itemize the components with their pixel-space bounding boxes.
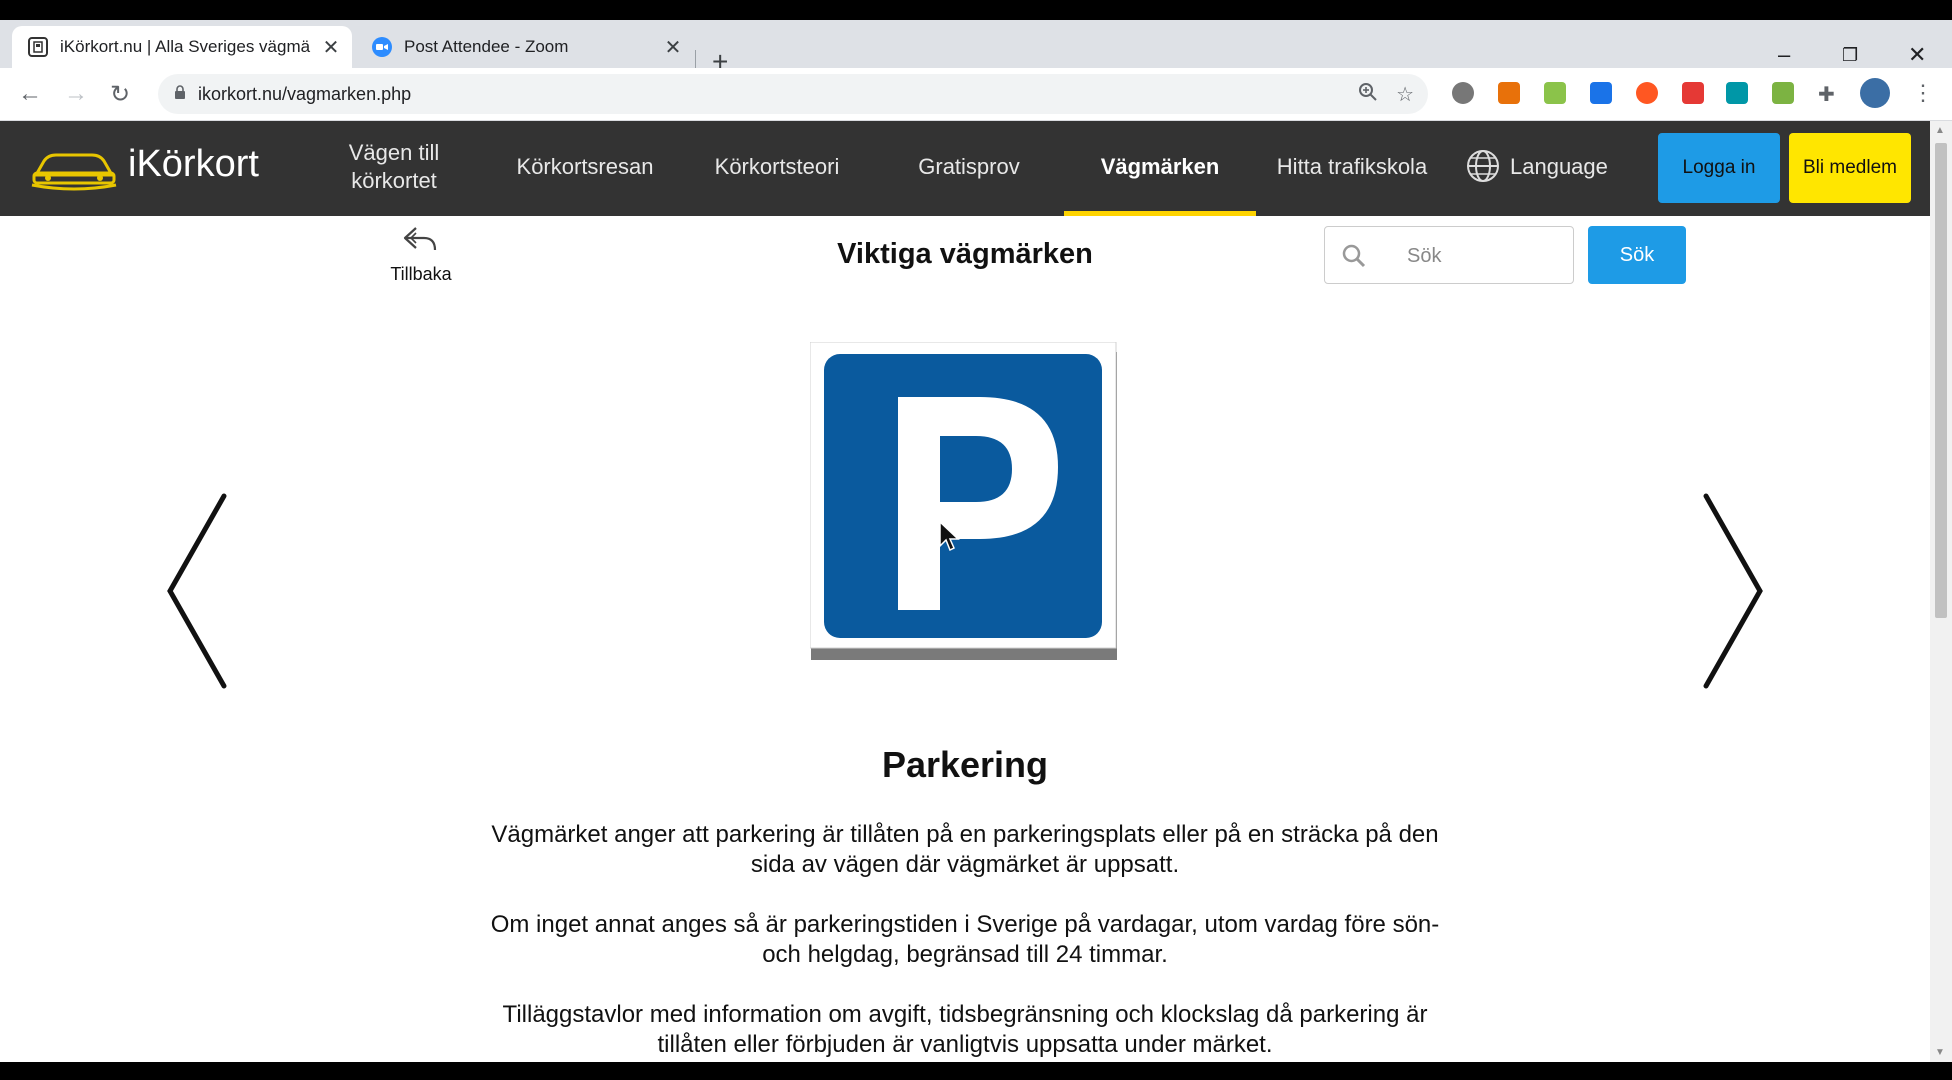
become-member-button[interactable]: Bli medlem bbox=[1789, 133, 1911, 203]
tab-ikorkort[interactable]: iKörkort.nu | Alla Sveriges vägmä ✕ bbox=[12, 26, 352, 68]
search-icon bbox=[1342, 244, 1366, 268]
page-title: Viktiga vägmärken bbox=[837, 238, 1093, 270]
sign-description-paragraph: Vägmärket anger att parkering är tillåte… bbox=[491, 821, 1439, 878]
profile-avatar[interactable] bbox=[1860, 78, 1890, 108]
site-logo-text[interactable]: iKörkort bbox=[128, 143, 259, 186]
chevron-left-icon[interactable] bbox=[164, 492, 234, 690]
nav-gratisprov[interactable]: Gratisprov bbox=[894, 153, 1044, 181]
nav-korkortsresan[interactable]: Körkortsresan bbox=[504, 153, 666, 181]
bookmark-star-icon[interactable]: ☆ bbox=[1396, 82, 1414, 108]
extension-pc-icon[interactable] bbox=[1726, 82, 1748, 104]
extension-search-icon[interactable] bbox=[1590, 82, 1612, 104]
address-bar[interactable]: ikorkort.nu/vagmarken.php ☆ bbox=[158, 74, 1428, 114]
window-bottom-edge bbox=[0, 1062, 1952, 1080]
extension-red-circle-icon[interactable] bbox=[1636, 82, 1658, 104]
zoom-magnifier-icon[interactable] bbox=[1358, 82, 1378, 108]
chevron-right-icon[interactable] bbox=[1696, 492, 1766, 690]
close-window-icon[interactable]: ✕ bbox=[1908, 42, 1926, 68]
tab-close-icon[interactable]: ✕ bbox=[660, 35, 686, 60]
lock-icon bbox=[174, 84, 186, 104]
back-arrow-icon[interactable]: ← bbox=[18, 80, 42, 108]
nav-korkortsteori[interactable]: Körkortsteori bbox=[702, 153, 852, 181]
scroll-up-icon[interactable]: ▲ bbox=[1935, 125, 1945, 136]
forward-arrow-icon[interactable]: → bbox=[64, 80, 88, 108]
nav-vagen-till-korkortet[interactable]: Vägen till körkortet bbox=[330, 139, 458, 195]
tab-title: iKörkort.nu | Alla Sveriges vägmä bbox=[60, 37, 311, 56]
minimize-icon[interactable]: – bbox=[1778, 42, 1790, 68]
search-input[interactable] bbox=[1405, 241, 1559, 271]
nav-hitta-trafikskola[interactable]: Hitta trafikskola bbox=[1266, 153, 1438, 181]
sign-description-paragraph: Tilläggstavlor med information om avgift… bbox=[502, 1001, 1428, 1058]
extension-orange-icon[interactable] bbox=[1498, 82, 1520, 104]
mouse-cursor-icon bbox=[939, 520, 960, 552]
extension-globe-icon[interactable] bbox=[1452, 82, 1474, 104]
reply-back-icon[interactable] bbox=[402, 224, 438, 254]
sign-description-paragraph: Om inget annat anges så är parkeringstid… bbox=[490, 911, 1440, 968]
search-button[interactable]: Sök bbox=[1588, 226, 1686, 284]
window-top-edge bbox=[0, 0, 1952, 20]
globe-icon[interactable] bbox=[1466, 149, 1500, 183]
login-button[interactable]: Logga in bbox=[1658, 133, 1780, 203]
scrollbar-thumb[interactable] bbox=[1935, 143, 1947, 618]
main-content: Tillbaka Viktiga vägmärken Sök Parkering… bbox=[0, 216, 1930, 1062]
tab-close-icon[interactable]: ✕ bbox=[318, 35, 344, 60]
browser-toolbar: ← → ↻ ikorkort.nu/vagmarken.php ☆ ✚ ⋮ bbox=[0, 68, 1952, 121]
extension-gift-icon[interactable] bbox=[1682, 82, 1704, 104]
site-navbar: iKörkort Vägen till körkortet Körkortsre… bbox=[0, 121, 1930, 216]
extensions-puzzle-icon[interactable]: ✚ bbox=[1818, 82, 1840, 106]
parking-sign-image bbox=[810, 342, 1117, 660]
tab-bar: iKörkort.nu | Alla Sveriges vägmä ✕ Post… bbox=[0, 20, 1952, 80]
page-scrollbar[interactable]: ▲ ▼ bbox=[1930, 121, 1952, 1062]
sign-name: Parkering bbox=[881, 744, 1049, 785]
scroll-down-icon[interactable]: ▼ bbox=[1935, 1047, 1945, 1058]
nav-language[interactable]: Language bbox=[1510, 153, 1626, 181]
ikorkort-favicon-icon bbox=[28, 37, 48, 57]
url-text: ikorkort.nu/vagmarken.php bbox=[198, 83, 412, 104]
extension-clip-icon[interactable] bbox=[1544, 82, 1566, 104]
back-label[interactable]: Tillbaka bbox=[380, 264, 462, 285]
nav-vagmarken[interactable]: Vägmärken bbox=[1064, 153, 1256, 181]
reload-icon[interactable]: ↻ bbox=[110, 80, 130, 109]
tab-zoom[interactable]: Post Attendee - Zoom ✕ bbox=[356, 26, 694, 68]
tab-title: Post Attendee - Zoom bbox=[404, 37, 569, 56]
car-logo-icon[interactable] bbox=[30, 141, 118, 191]
zoom-icon bbox=[372, 37, 392, 57]
restore-icon[interactable]: ❐ bbox=[1842, 45, 1858, 66]
browser-menu-icon[interactable]: ⋮ bbox=[1912, 80, 1934, 106]
extension-note-icon[interactable] bbox=[1772, 82, 1794, 104]
search-box[interactable] bbox=[1324, 226, 1574, 284]
